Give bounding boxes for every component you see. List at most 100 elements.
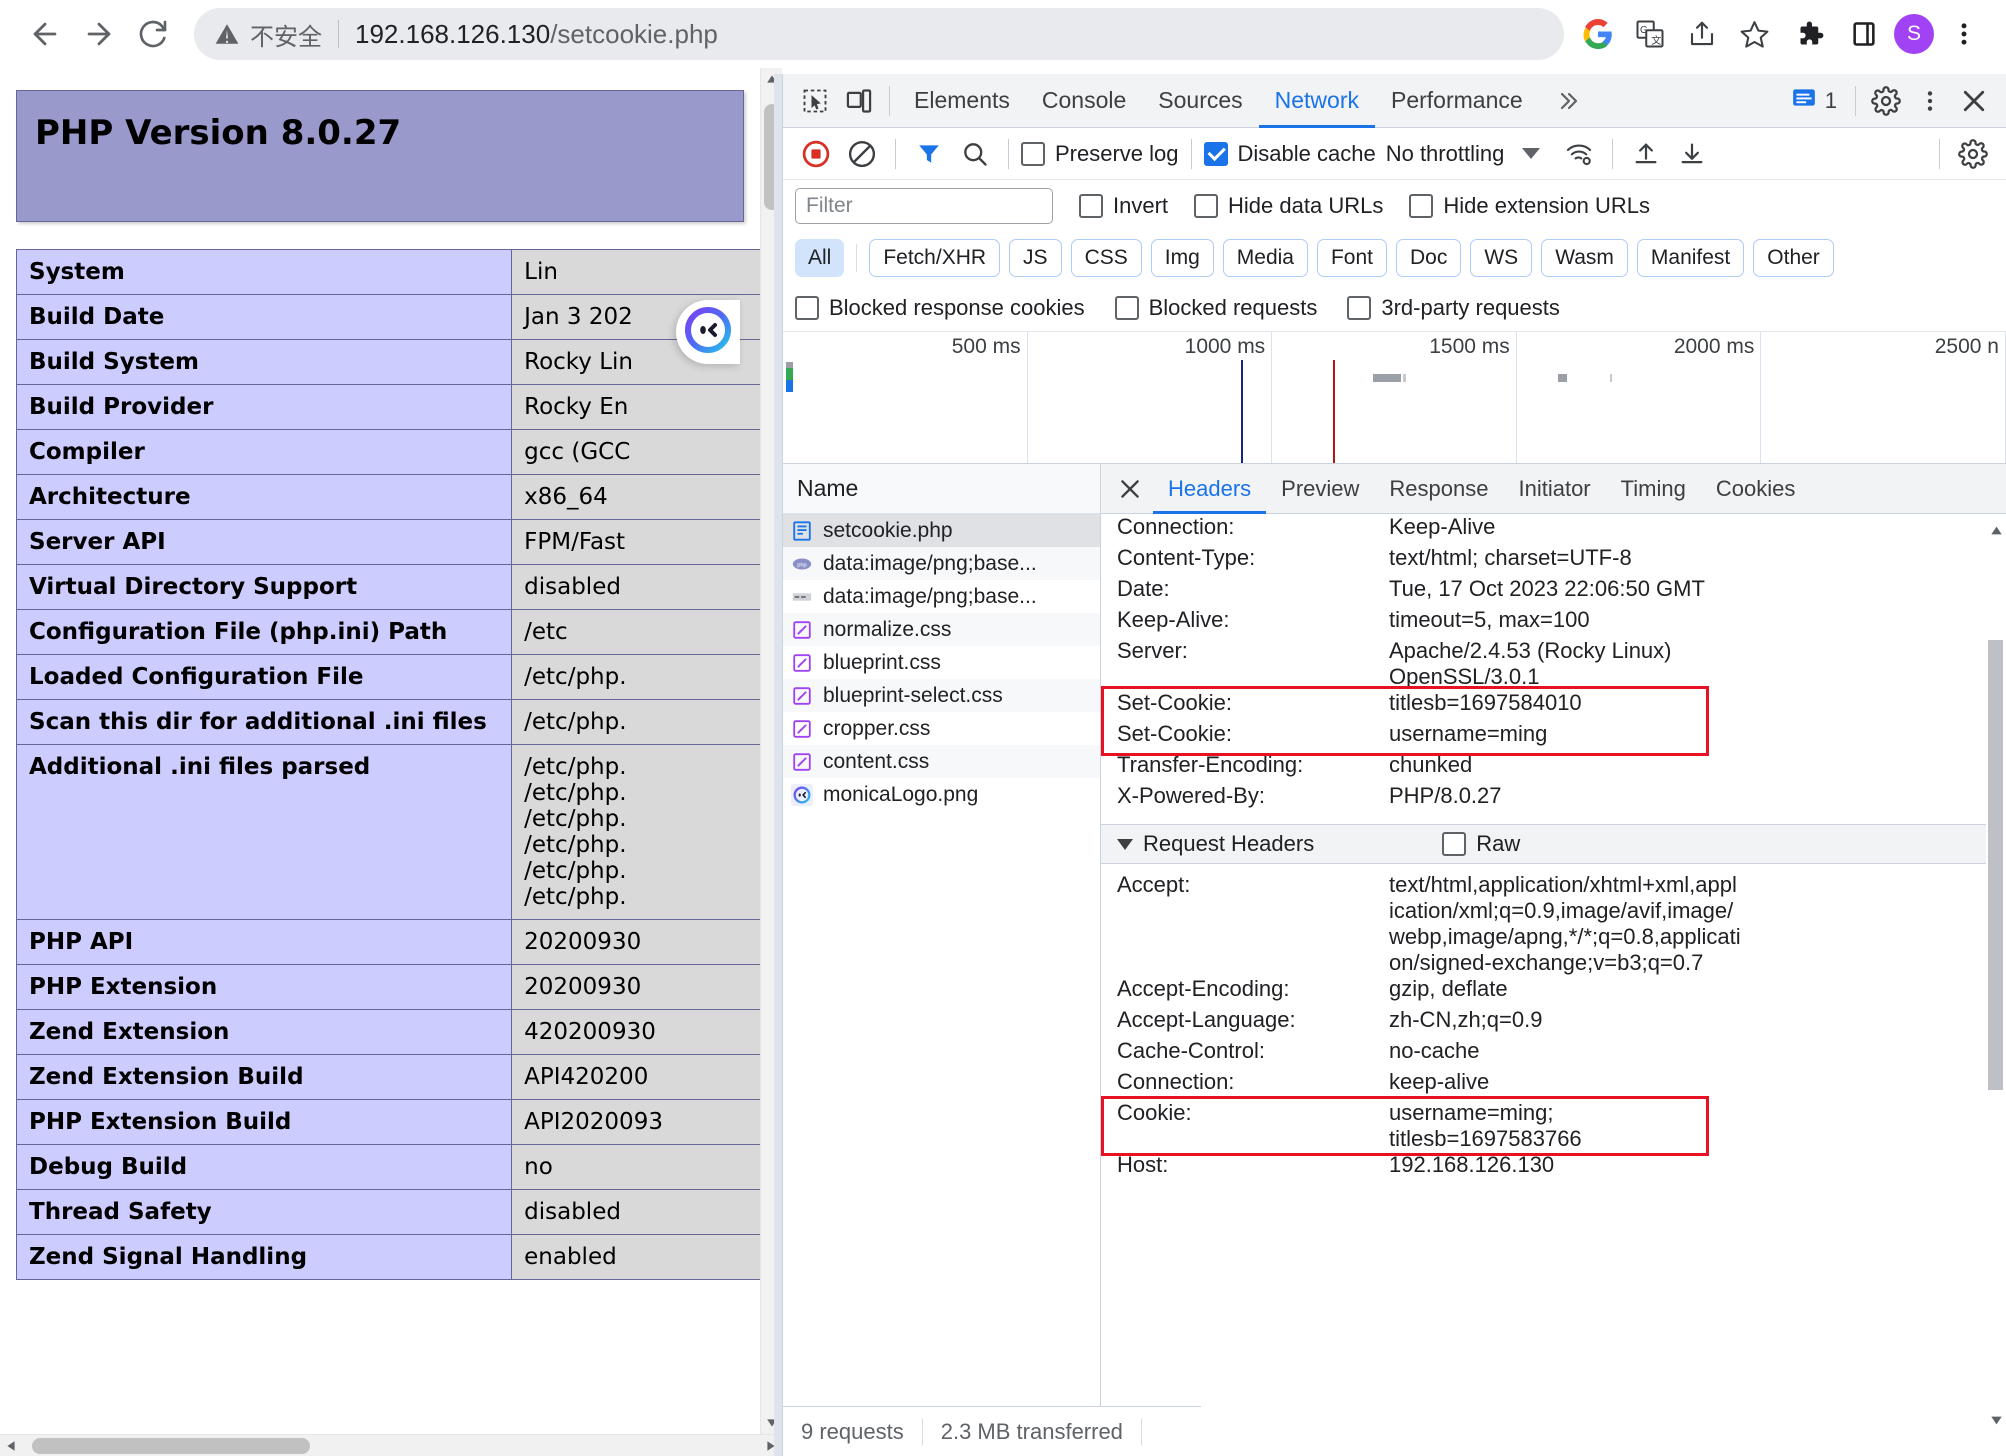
blocked-requests-checkbox[interactable]: Blocked requests bbox=[1115, 295, 1318, 321]
puzzle-piece-icon[interactable] bbox=[1786, 10, 1834, 58]
console-message-badge[interactable]: 1 bbox=[1781, 85, 1847, 117]
filter-funnel-icon[interactable] bbox=[908, 133, 950, 175]
request-row[interactable]: phpdata:image/png;base... bbox=[783, 547, 1100, 580]
header-value-line: OpenSSL/3.0.1 bbox=[1389, 664, 1990, 690]
close-icon[interactable] bbox=[1952, 79, 1996, 123]
third-party-requests-box[interactable] bbox=[1347, 296, 1371, 320]
third-party-requests-checkbox[interactable]: 3rd-party requests bbox=[1347, 295, 1560, 321]
page-horizontal-scrollbar[interactable] bbox=[0, 1434, 782, 1456]
overview-request-bar-2 bbox=[1373, 374, 1401, 382]
hide-extension-urls-checkbox[interactable]: Hide extension URLs bbox=[1409, 193, 1650, 219]
detail-tab-cookies[interactable]: Cookies bbox=[1701, 464, 1810, 514]
detail-tab-initiator[interactable]: Initiator bbox=[1503, 464, 1605, 514]
preserve-log-box[interactable] bbox=[1021, 142, 1045, 166]
gear-icon[interactable] bbox=[1864, 79, 1908, 123]
three-dot-menu-icon[interactable] bbox=[1940, 10, 1988, 58]
throttling-select[interactable]: No throttling bbox=[1386, 141, 1505, 167]
request-row[interactable]: blueprint-select.css bbox=[783, 679, 1100, 712]
hide-data-urls-box[interactable] bbox=[1194, 194, 1218, 218]
back-arrow-icon[interactable] bbox=[18, 7, 72, 61]
triangle-down-icon[interactable] bbox=[1117, 839, 1133, 850]
headers-scroll-up-icon[interactable] bbox=[1986, 520, 2006, 540]
close-detail-icon[interactable] bbox=[1107, 466, 1153, 512]
blocked-requests-box[interactable] bbox=[1115, 296, 1139, 320]
blocked-response-cookies-checkbox[interactable]: Blocked response cookies bbox=[795, 295, 1085, 321]
tab-performance[interactable]: Performance bbox=[1375, 74, 1539, 128]
chevron-double-right-icon[interactable] bbox=[1539, 89, 1597, 113]
table-row: SystemLin bbox=[17, 250, 783, 295]
google-icon[interactable] bbox=[1574, 10, 1622, 58]
type-filter-ws[interactable]: WS bbox=[1470, 239, 1532, 277]
side-panel-icon[interactable] bbox=[1840, 10, 1888, 58]
raw-box[interactable] bbox=[1442, 832, 1466, 856]
bookmark-star-icon[interactable] bbox=[1730, 10, 1778, 58]
page-hscroll-thumb[interactable] bbox=[32, 1438, 310, 1454]
share-icon[interactable] bbox=[1678, 10, 1726, 58]
scroll-left-icon[interactable] bbox=[0, 1435, 22, 1456]
tab-console[interactable]: Console bbox=[1026, 74, 1142, 128]
reload-icon[interactable] bbox=[126, 7, 180, 61]
header-row: Accept:text/html,application/xhtml+xml,a… bbox=[1101, 872, 2006, 976]
forward-arrow-icon[interactable] bbox=[72, 7, 126, 61]
detail-tab-headers[interactable]: Headers bbox=[1153, 464, 1266, 514]
tab-sources[interactable]: Sources bbox=[1142, 74, 1258, 128]
type-filter-all[interactable]: All bbox=[795, 239, 844, 277]
type-filter-other[interactable]: Other bbox=[1753, 239, 1834, 277]
type-filter-font[interactable]: Font bbox=[1317, 239, 1387, 277]
avatar[interactable]: S bbox=[1894, 14, 1934, 54]
disable-cache-checkbox[interactable]: Disable cache bbox=[1204, 141, 1376, 167]
chevron-down-icon[interactable] bbox=[1522, 148, 1540, 159]
type-filter-fetch-xhr[interactable]: Fetch/XHR bbox=[869, 239, 1000, 277]
monica-assistant-button[interactable] bbox=[676, 300, 740, 364]
request-row[interactable]: blueprint.css bbox=[783, 646, 1100, 679]
type-filter-js[interactable]: JS bbox=[1009, 239, 1062, 277]
record-stop-icon[interactable] bbox=[795, 133, 837, 175]
headers-content[interactable]: Connection:Keep-AliveContent-Type:text/h… bbox=[1101, 514, 2006, 1456]
inspect-element-icon[interactable] bbox=[793, 79, 837, 123]
tab-elements[interactable]: Elements bbox=[898, 74, 1026, 128]
translate-icon[interactable]: G文 bbox=[1626, 10, 1674, 58]
three-dot-menu-icon[interactable] bbox=[1908, 79, 1952, 123]
hide-data-urls-checkbox[interactable]: Hide data URLs bbox=[1194, 193, 1383, 219]
search-icon[interactable] bbox=[954, 133, 996, 175]
headers-scrollbar[interactable] bbox=[1986, 520, 2006, 1456]
console-message-icon bbox=[1791, 85, 1817, 117]
request-row[interactable]: setcookie.php bbox=[783, 514, 1100, 547]
request-row[interactable]: cropper.css bbox=[783, 712, 1100, 745]
headers-scroll-thumb[interactable] bbox=[1988, 640, 2003, 1090]
invert-box[interactable] bbox=[1079, 194, 1103, 218]
gear-icon[interactable] bbox=[1952, 133, 1994, 175]
detail-tab-timing[interactable]: Timing bbox=[1606, 464, 1701, 514]
export-har-icon[interactable] bbox=[1671, 133, 1713, 175]
request-row[interactable]: data:image/png;base... bbox=[783, 580, 1100, 613]
phpinfo-value: Lin bbox=[512, 250, 782, 295]
blocked-response-cookies-box[interactable] bbox=[795, 296, 819, 320]
network-conditions-icon[interactable] bbox=[1558, 133, 1600, 175]
request-row[interactable]: normalize.css bbox=[783, 613, 1100, 646]
detail-tab-response[interactable]: Response bbox=[1374, 464, 1503, 514]
request-headers-section-header[interactable]: Request Headers Raw bbox=[1101, 824, 2006, 864]
type-filter-css[interactable]: CSS bbox=[1071, 239, 1142, 277]
filter-input[interactable]: Filter bbox=[795, 188, 1053, 224]
hide-extension-urls-box[interactable] bbox=[1409, 194, 1433, 218]
network-overview-timeline[interactable]: 500 ms1000 ms1500 ms2000 ms2500 n bbox=[783, 332, 2006, 464]
request-row[interactable]: monicaLogo.png bbox=[783, 778, 1100, 811]
type-filter-wasm[interactable]: Wasm bbox=[1541, 239, 1628, 277]
request-row[interactable]: content.css bbox=[783, 745, 1100, 778]
device-toolbar-icon[interactable] bbox=[837, 79, 881, 123]
address-bar[interactable]: 不安全 192.168.126.130/setcookie.php bbox=[194, 8, 1564, 60]
tab-network[interactable]: Network bbox=[1259, 74, 1375, 128]
clear-icon[interactable] bbox=[841, 133, 883, 175]
invert-checkbox[interactable]: Invert bbox=[1079, 193, 1168, 219]
type-filter-img[interactable]: Img bbox=[1151, 239, 1214, 277]
type-filter-media[interactable]: Media bbox=[1223, 239, 1308, 277]
preserve-log-checkbox[interactable]: Preserve log bbox=[1021, 141, 1179, 167]
detail-tab-preview[interactable]: Preview bbox=[1266, 464, 1374, 514]
disable-cache-box[interactable] bbox=[1204, 142, 1228, 166]
headers-scroll-down-icon[interactable] bbox=[1986, 1410, 2006, 1430]
type-filter-manifest[interactable]: Manifest bbox=[1637, 239, 1744, 277]
header-value-line: zh-CN,zh;q=0.9 bbox=[1389, 1007, 1990, 1033]
raw-checkbox[interactable]: Raw bbox=[1442, 831, 1520, 857]
type-filter-doc[interactable]: Doc bbox=[1396, 239, 1461, 277]
import-har-icon[interactable] bbox=[1625, 133, 1667, 175]
